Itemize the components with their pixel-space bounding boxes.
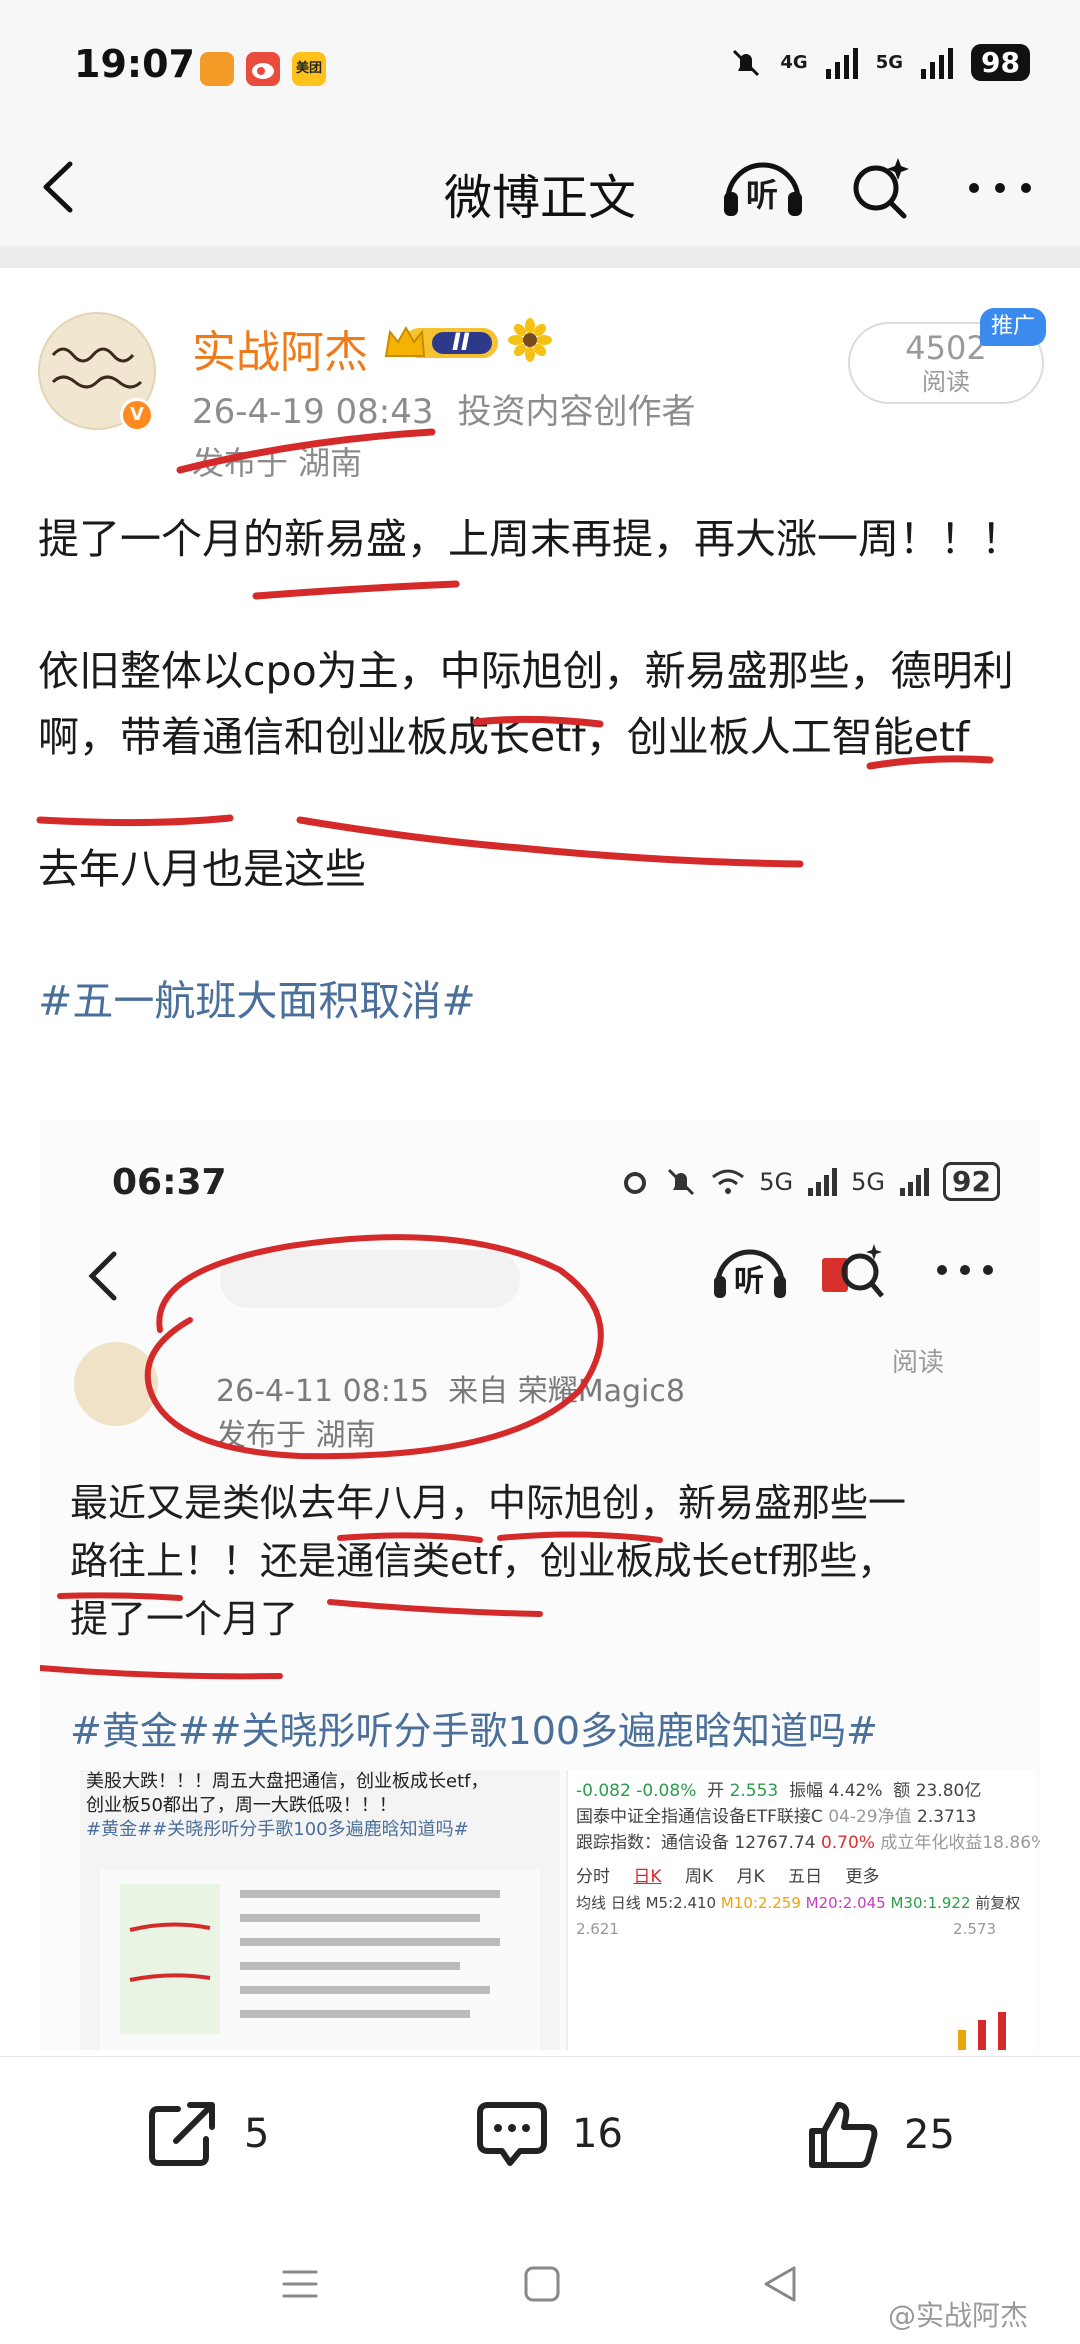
post-action-bar: 5 16 25 <box>0 2056 1080 2206</box>
like-count: 25 <box>904 2112 955 2158</box>
embedded-screenshot[interactable]: 06:37 5G 5G 92 听 26-4-11 08:15 来自 荣耀Magi… <box>40 1120 1040 2050</box>
post-hashtag-link[interactable]: #五一航班大面积取消# <box>38 968 1048 1034</box>
weibo-watermark: @实战阿杰 <box>888 2299 1029 2332</box>
menu-lines-icon <box>282 2270 318 2298</box>
home-nav-button[interactable] <box>522 2264 562 2304</box>
embed-annotation-marks <box>40 1234 663 1680</box>
comment-count: 16 <box>572 2111 623 2157</box>
share-count: 5 <box>244 2111 270 2157</box>
comment-icon <box>477 2102 547 2166</box>
thumbs-up-icon <box>809 2102 878 2168</box>
comment-button[interactable]: 16 <box>474 2099 623 2169</box>
like-button[interactable]: 25 <box>806 2099 955 2171</box>
home-square-icon <box>524 2266 560 2302</box>
share-icon <box>149 2102 215 2166</box>
back-nav-button[interactable] <box>760 2264 800 2304</box>
share-button[interactable]: 5 <box>146 2099 269 2169</box>
back-triangle-icon <box>764 2266 796 2302</box>
handwritten-annotation-marks <box>36 428 994 868</box>
menu-nav-button[interactable] <box>280 2264 320 2304</box>
